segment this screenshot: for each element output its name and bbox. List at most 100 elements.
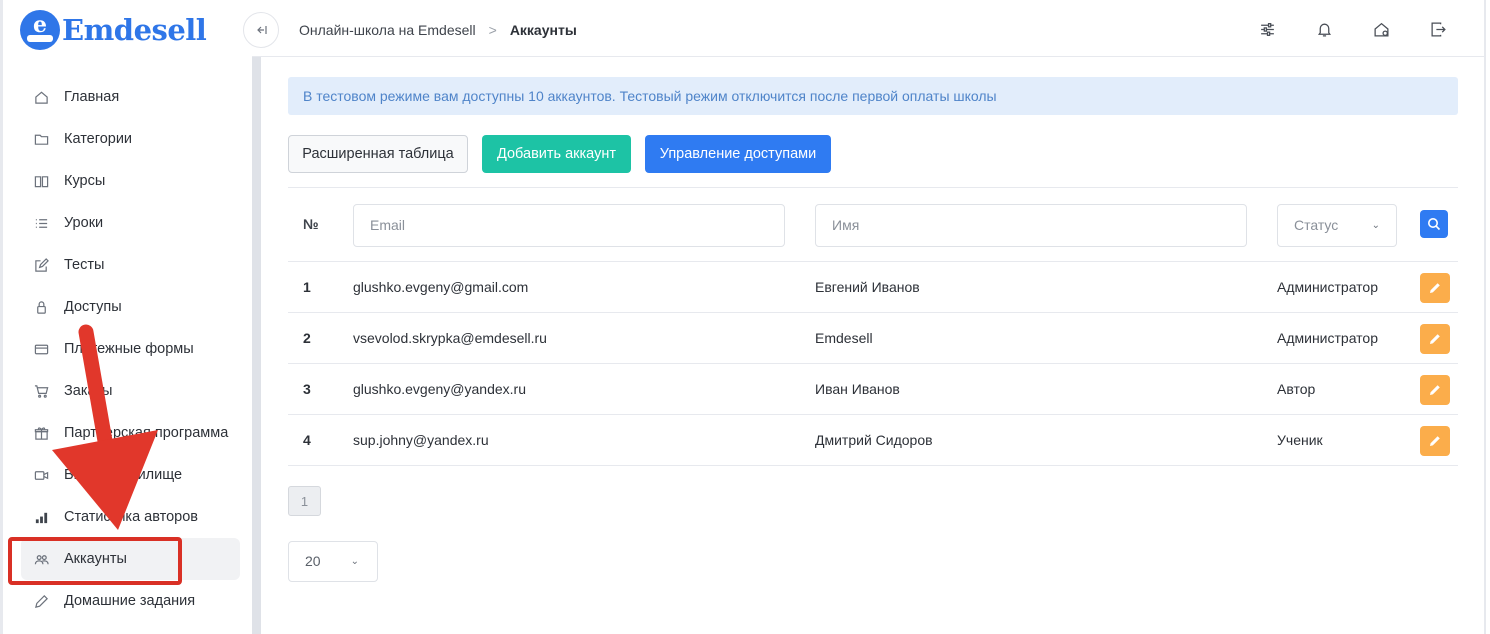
row-name: Евгений Иванов [815,279,920,295]
row-role: Ученик [1277,432,1323,448]
row-name: Emdesell [815,330,873,346]
row-number: 2 [303,330,311,346]
sidebar-item-label: Главная [64,89,120,105]
sidebar-item-label: Платежные формы [64,341,194,357]
add-account-button[interactable]: Добавить аккаунт [482,135,631,173]
sidebar-item-homework[interactable]: Домашние задания [21,580,240,622]
lock-icon [33,299,49,315]
edit-button[interactable] [1420,426,1450,456]
bell-icon[interactable] [1314,19,1334,39]
table-row: 1 glushko.evgeny@gmail.com Евгений Ивано… [288,262,1458,313]
sidebar-item-home[interactable]: Главная [21,76,240,118]
video-icon [33,467,49,483]
test-mode-alert: В тестовом режиме вам доступны 10 аккаун… [288,77,1458,115]
pencil-icon [1430,283,1440,293]
pagination-page[interactable]: 1 [288,486,321,516]
sidebar-item-tests[interactable]: Тесты [21,244,240,286]
sidebar-item-label: Видеохранилище [64,467,183,483]
sidebar-item-label: Доступы [64,299,122,315]
annotation-highlight-box [8,537,182,585]
row-name: Иван Иванов [815,381,900,397]
edit-button[interactable] [1420,324,1450,354]
access-management-button[interactable]: Управление доступами [645,135,831,173]
sidebar-item-categories[interactable]: Категории [21,118,240,160]
main-content: В тестовом режиме вам доступны 10 аккаун… [261,57,1484,634]
logo-icon: e [20,10,60,50]
sidebar-item-video-storage[interactable]: Видеохранилище [21,454,240,496]
chevron-down-icon: ⌄ [350,556,359,567]
brand-name: Emdesell [62,13,207,47]
breadcrumb-separator: > [488,22,497,38]
book-icon [33,173,49,189]
extended-table-button[interactable]: Расширенная таблица [288,135,468,173]
edit-button[interactable] [1420,273,1450,303]
sidebar-item-label: Домашние задания [64,593,196,609]
number-column-header: № [303,216,319,232]
row-role: Автор [1277,381,1316,397]
edit-icon [33,257,49,273]
top-bar: Онлайн-школа на Emdesell > Аккаунты [243,0,1484,57]
row-email: glushko.evgeny@yandex.ru [353,381,526,397]
sidebar-item-author-stats[interactable]: Статистика авторов [21,496,240,538]
pencil-icon [33,593,49,609]
pencil-icon [1430,436,1440,446]
sidebar-item-label: Партнерская программа [64,425,229,441]
per-page-select[interactable]: 20 ⌄ [288,541,378,582]
per-page-value: 20 [305,553,321,569]
status-filter-select[interactable]: Статус ⌄ [1277,204,1397,247]
row-number: 4 [303,432,311,448]
home-icon [33,89,49,105]
home-settings-icon[interactable] [1371,19,1391,39]
row-role: Администратор [1277,330,1379,346]
chevron-down-icon: ⌄ [1371,220,1380,231]
row-email: glushko.evgeny@gmail.com [353,279,529,295]
sliders-icon[interactable] [1257,19,1277,39]
collapse-icon [257,26,267,34]
row-email: sup.johny@yandex.ru [353,432,489,448]
collapse-sidebar-button[interactable] [243,12,279,48]
sidebar-item-payment-forms[interactable]: Платежные формы [21,328,240,370]
row-number: 1 [303,279,311,295]
sidebar-item-label: Тесты [64,257,105,273]
search-button[interactable] [1420,210,1448,238]
sidebar-item-label: Курсы [64,173,106,189]
row-email: vsevolod.skrypka@emdesell.ru [353,330,547,346]
email-filter-input[interactable]: Email [353,204,785,247]
sidebar-item-label: Заказы [64,383,113,399]
sidebar-item-label: Категории [64,131,133,147]
header-actions [1220,19,1448,39]
pencil-icon [1430,334,1440,344]
breadcrumb-parent[interactable]: Онлайн-школа на Emdesell [299,22,476,38]
list-icon [33,215,49,231]
sidebar-item-label: Уроки [64,215,104,231]
name-filter-input[interactable]: Имя [815,204,1247,247]
accounts-table: № Email Имя Статус ⌄ 1 glushko.evgeny@gm… [288,187,1458,466]
page-title: Аккаунты [509,22,577,38]
sidebar-item-courses[interactable]: Курсы [21,160,240,202]
row-name: Дмитрий Сидоров [815,432,933,448]
sidebar-item-lessons[interactable]: Уроки [21,202,240,244]
sidebar-item-orders[interactable]: Заказы [21,370,240,412]
row-number: 3 [303,381,311,397]
sidebar-item-label: Статистика авторов [64,509,199,525]
logout-icon[interactable] [1428,19,1448,39]
bar-chart-icon [33,509,49,525]
edit-button[interactable] [1420,375,1450,405]
sidebar-item-partner-program[interactable]: Партнерская программа [21,412,240,454]
status-filter-placeholder: Статус [1294,217,1339,233]
search-icon [1428,218,1441,231]
filter-row: № Email Имя Статус ⌄ [288,187,1458,262]
sidebar-item-access[interactable]: Доступы [21,286,240,328]
table-row: 3 glushko.evgeny@yandex.ru Иван Иванов А… [288,364,1458,415]
cart-icon [33,383,49,399]
row-role: Администратор [1277,279,1379,295]
table-row: 4 sup.johny@yandex.ru Дмитрий Сидоров Уч… [288,415,1458,466]
gift-icon [33,425,49,441]
brand-logo[interactable]: e Emdesell [20,10,207,50]
breadcrumb: Онлайн-школа на Emdesell > Аккаунты [299,22,577,38]
table-row: 2 vsevolod.skrypka@emdesell.ru Emdesell … [288,313,1458,364]
window-edge [1484,0,1486,634]
sidebar-divider [252,57,261,634]
folder-icon [33,131,49,147]
card-icon [33,341,49,357]
